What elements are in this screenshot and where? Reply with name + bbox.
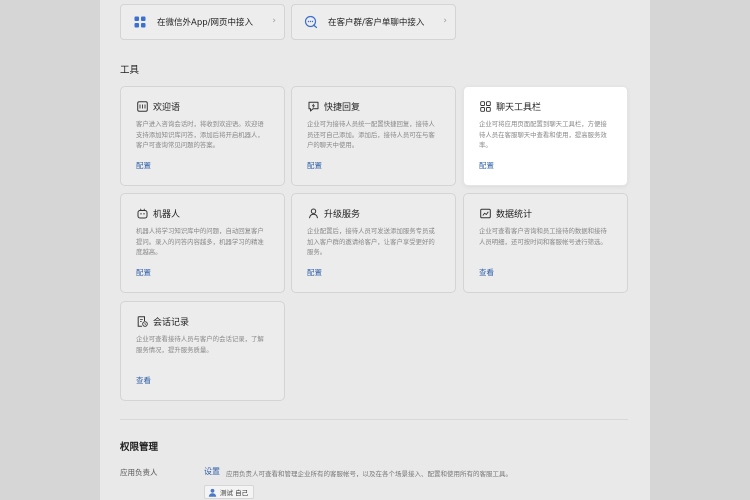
tool-description: 企业可为接待人员统一配置快捷回复，接待人员还可自己添加。添加后，接待人员可在与客… — [307, 120, 435, 149]
configure-quick-reply-link[interactable]: 配置 — [307, 160, 322, 171]
grid-icon — [131, 13, 149, 31]
welcome-message-icon — [136, 100, 148, 112]
tool-card-quick-reply: 快捷回复 企业可为接待人员统一配置快捷回复，接待人员还可自己添加。添加后，接待人… — [291, 86, 456, 186]
user-name: 测试 自己 — [220, 489, 249, 497]
tool-description: 机器人将学习知识库中的问题，自动回复客户提问。录入的问答内容越多，机器学习的精准… — [136, 227, 264, 256]
app-owner-user-tag: 测试 自己 — [204, 485, 255, 499]
tool-name: 数据统计 — [496, 209, 533, 220]
tool-name: 会话记录 — [153, 317, 190, 328]
tool-card-welcome: 欢迎语 客户进入咨询会话时，将收到欢迎语。欢迎语支持添加知识库问答，添加后将开启… — [120, 86, 285, 186]
configure-robot-link[interactable]: 配置 — [136, 267, 151, 278]
chat-bubble-icon — [302, 13, 320, 31]
divider — [120, 419, 628, 420]
view-statistics-link[interactable]: 查看 — [479, 267, 494, 278]
session-record-icon — [136, 315, 148, 327]
access-card-label: 在微信外App/网页中接入 — [157, 18, 253, 28]
tool-name: 升级服务 — [324, 209, 361, 220]
configure-chat-toolbar-link[interactable]: 配置 — [479, 160, 494, 171]
tool-description: 客户进入咨询会话时，将收到欢迎语。欢迎语支持添加知识库问答，添加后将开启机器人，… — [136, 120, 264, 149]
configure-upgrade-service-link[interactable]: 配置 — [307, 267, 322, 278]
permission-section-title: 权限管理 — [120, 442, 159, 453]
tool-name: 机器人 — [153, 209, 181, 220]
upgrade-service-icon — [307, 207, 319, 219]
app-owner-description: 应用负责人可查看和管理企业所有的客服帐号，以及在各个场景接入、配置和使用所有的客… — [226, 470, 512, 478]
statistics-icon — [479, 207, 491, 219]
tool-name: 聊天工具栏 — [496, 102, 542, 113]
robot-icon — [136, 207, 148, 219]
tool-card-upgrade-service: 升级服务 企业配置后，接待人员可发送添加服务专员或加入客户群的邀请给客户，让客户… — [291, 193, 456, 293]
tool-description: 企业可查看客户咨询和员工接待的数据和接待人员明细，还可按时间和客服帐号进行筛选。 — [479, 227, 607, 246]
chat-toolbar-icon — [479, 100, 491, 112]
tool-card-chat-toolbar: 聊天工具栏 企业可将应用页面配置到聊天工具栏，方便接待人员在客服聊天中查看和使用… — [463, 86, 628, 186]
tool-description: 企业可查看接待人员与客户的会话记录，了解服务情况，提升服务质量。 — [136, 335, 264, 354]
tool-card-robot: 机器人 机器人将学习知识库中的问题，自动回复客户提问。录入的问答内容越多，机器学… — [120, 193, 285, 293]
set-app-owner-link[interactable]: 设置 — [204, 466, 220, 477]
access-card-label: 在客户群/客户单聊中接入 — [328, 18, 425, 28]
chevron-right-icon: › — [272, 16, 276, 26]
view-session-record-link[interactable]: 查看 — [136, 375, 151, 386]
app-owner-label: 应用负责人 — [120, 468, 158, 477]
access-card-group-chat[interactable]: 在客户群/客户单聊中接入 › — [291, 4, 456, 40]
tool-description: 企业配置后，接待人员可发送添加服务专员或加入客户群的邀请给客户，让客户享受更好的… — [307, 227, 435, 256]
tool-name: 欢迎语 — [153, 102, 181, 113]
user-icon — [208, 488, 217, 497]
tool-card-statistics: 数据统计 企业可查看客户咨询和员工接待的数据和接待人员明细，还可按时间和客服帐号… — [463, 193, 628, 293]
tools-section-title: 工具 — [120, 65, 140, 76]
tool-description: 企业可将应用页面配置到聊天工具栏，方便接待人员在客服聊天中查看和使用，提高服务效… — [479, 120, 607, 149]
access-card-app-web[interactable]: 在微信外App/网页中接入 › — [120, 4, 285, 40]
chevron-right-icon: › — [443, 16, 447, 26]
tool-card-session-record: 会话记录 企业可查看接待人员与客户的会话记录，了解服务情况，提升服务质量。 查看 — [120, 301, 285, 401]
configure-welcome-link[interactable]: 配置 — [136, 160, 151, 171]
tool-name: 快捷回复 — [324, 102, 361, 113]
quick-reply-icon — [307, 100, 319, 112]
